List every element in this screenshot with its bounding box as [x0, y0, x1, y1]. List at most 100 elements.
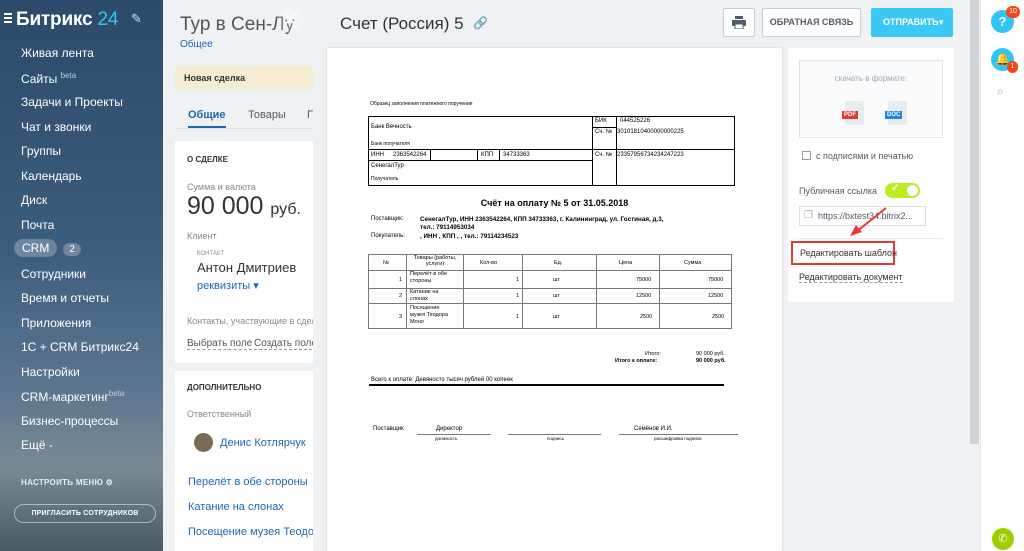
sidebar-item-feed[interactable]: Живая лента — [21, 46, 94, 60]
sidebar-item-more[interactable]: Ещё - — [21, 438, 53, 452]
row-name: стороны — [410, 278, 432, 284]
copy-icon[interactable]: ❐ — [804, 207, 813, 225]
deal-page: Тур в Сен-Лу Общее Новая сделка Общие То… — [163, 0, 313, 551]
row-number: 1 — [399, 277, 403, 283]
sidebar-item-calendar[interactable]: Календарь — [21, 169, 82, 183]
avatar[interactable] — [194, 433, 213, 452]
row-name: Катание на — [410, 289, 439, 295]
sidebar-item-1c[interactable]: 1С + CRM Битрикс24 — [21, 340, 139, 354]
invite-button[interactable]: ПРИГЛАСИТЬ СОТРУДНИКОВ — [14, 504, 156, 523]
col-unit: Ед. — [554, 260, 563, 266]
product-item[interactable]: Перелёт в обе стороны — [188, 476, 308, 488]
col-goods: Товары (работы, услуги) — [413, 255, 457, 267]
sidebar-item-crm-marketing[interactable]: CRM-маркетингbeta — [21, 389, 124, 404]
public-link-label: Публичная ссылка — [799, 186, 877, 196]
sidebar-item-chat[interactable]: Чат и звонки — [21, 120, 91, 134]
product-item[interactable]: Посещение музея Теодора М — [188, 526, 313, 538]
about-card — [175, 141, 313, 363]
sum-amount: 90 000 — [187, 192, 264, 220]
tab-products[interactable]: Товары — [248, 109, 286, 121]
signature-label[interactable]: с подписями и печатью — [816, 151, 913, 161]
sidebar-item-settings[interactable]: Настройки — [21, 365, 80, 379]
bank-name: Банк Вечность — [371, 124, 412, 130]
sidebar-item-time[interactable]: Время и отчеты — [21, 291, 109, 305]
public-link-toggle[interactable]: ✓ — [885, 183, 920, 198]
search-icon[interactable]: ⌕ — [997, 84, 1004, 99]
section-about-title: О СДЕЛКЕ — [187, 155, 228, 164]
scrollbar[interactable] — [970, 0, 979, 444]
sidebar-item-bizproc[interactable]: Бизнес-процессы — [21, 414, 118, 428]
col-sum: Сумма — [684, 260, 702, 266]
row-name: Посещение — [410, 305, 440, 311]
link-icon[interactable]: 🔗 — [473, 16, 488, 30]
account2-value: 23357956734234247223 — [617, 152, 684, 158]
pdf-file-icon[interactable]: PDF — [842, 101, 864, 125]
seller-name: СенегалТур — [371, 163, 404, 169]
sidebar-item-sites[interactable]: Сайты beta — [21, 71, 76, 86]
row-unit: шт — [553, 314, 560, 320]
deal-stage[interactable]: Новая сделка — [175, 66, 313, 89]
kpp-label: КПП — [481, 152, 494, 158]
sidebar-item-crm[interactable]: CRM 2 — [14, 239, 81, 257]
create-field-link[interactable]: Создать поле — [254, 338, 313, 350]
pen-icon[interactable]: ✎ — [131, 11, 142, 27]
close-icon[interactable]: ✕ — [277, 7, 303, 33]
supplier-line2: тел.: 79114953034 — [420, 224, 475, 231]
logo[interactable]: Битрикс 24 — [16, 9, 118, 31]
total-label: Итого: — [645, 351, 661, 357]
sidebar-item-label: CRM — [14, 239, 58, 257]
sidebar-item-groups[interactable]: Группы — [21, 144, 61, 158]
sidebar-item-apps[interactable]: Приложения — [21, 316, 91, 330]
account-label: Сч. № — [595, 129, 613, 135]
client-name[interactable]: Антон Дмитриев — [197, 260, 296, 275]
notification-badge: 1 — [1007, 61, 1018, 73]
choose-field-link[interactable]: Выбрать поле — [187, 338, 253, 350]
row-name: слонах — [410, 296, 428, 302]
sidebar-item-label: CRM-маркетинг — [21, 390, 109, 404]
client-requisites-link[interactable]: реквизиты ▾ — [197, 279, 259, 292]
sidebar-item-tasks[interactable]: Задачи и Проекты — [21, 95, 123, 109]
edit-document-link[interactable]: Редактировать документ — [799, 272, 903, 283]
row-unit: шт — [553, 293, 560, 299]
download-box: скачать в формате: PDF DOC — [799, 60, 943, 138]
print-button[interactable] — [723, 8, 755, 37]
feedback-button[interactable]: ОБРАТНАЯ СВЯЗЬ — [762, 8, 861, 37]
document-options-panel: скачать в формате: PDF DOC с подписями и… — [788, 48, 954, 302]
row-price: 12500 — [636, 293, 652, 299]
product-item[interactable]: Катание на слонах — [188, 501, 284, 513]
send-button[interactable]: ОТПРАВИТЬ ▼ — [871, 8, 953, 37]
help-badge: 10 — [1006, 6, 1020, 18]
tune-menu-link[interactable]: НАСТРОИТЬ МЕНЮ ⚙ — [21, 478, 113, 487]
invoice-title: Счёт на оплату № 5 от 31.05.2018 — [480, 198, 629, 208]
row-number: 3 — [399, 314, 403, 320]
edit-template-link[interactable]: Редактировать шаблон — [791, 241, 897, 265]
inn-value: 2363542264 — [393, 152, 427, 158]
amount-in-words: Всего к оплате: Девяносто тысяч рублей 0… — [371, 377, 513, 383]
document-slider: Счет (Россия) 5 🔗 ОБРАТНАЯ СВЯЗЬ ОТПРАВИ… — [313, 0, 980, 551]
sample-note: Образец заполнения платежного поручения — [370, 101, 473, 107]
menu-burger-icon[interactable] — [4, 13, 12, 23]
recipient-label: Получатель — [371, 176, 399, 182]
doc-file-icon[interactable]: DOC — [885, 101, 907, 125]
sum-currency: руб. — [270, 201, 301, 218]
row-sum: 2500 — [712, 314, 725, 320]
phone-icon[interactable]: ✆ — [992, 528, 1014, 550]
responsible-name[interactable]: Денис Котлярчук — [220, 437, 306, 449]
tune-menu-label: НАСТРОИТЬ МЕНЮ — [21, 478, 104, 487]
signature-checkbox[interactable] — [802, 151, 811, 160]
sidebar-item-disk[interactable]: Диск — [21, 193, 47, 207]
account2-label: Сч. № — [595, 152, 613, 158]
pdf-label: PDF — [842, 111, 858, 119]
sidebar-item-mail[interactable]: Почта — [21, 218, 54, 232]
row-name: Перелёт в обе — [410, 271, 447, 277]
client-label: Клиент — [187, 231, 217, 241]
sign-caption-decoding: расшифровка подписи — [654, 436, 702, 441]
tab-general[interactable]: Общие — [188, 109, 226, 128]
deal-category[interactable]: Общее — [180, 39, 213, 50]
right-toolbar: ? 10 🔔 1 ⌕ ✆ — [980, 0, 1024, 551]
row-price: 75000 — [636, 277, 652, 283]
row-price: 2500 — [640, 314, 653, 320]
buyer-label: Покупатель: — [371, 233, 405, 239]
sidebar-item-employees[interactable]: Сотрудники — [21, 267, 86, 281]
doc-label: DOC — [885, 111, 903, 119]
